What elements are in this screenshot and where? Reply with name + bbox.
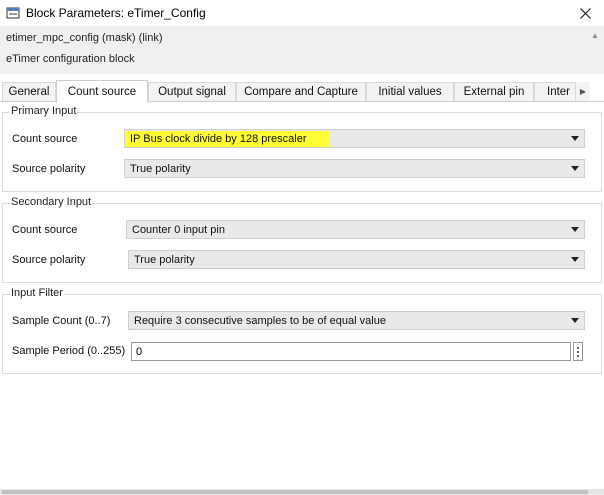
dropdown-value: Require 3 consecutive samples to be of e… [134,314,386,327]
scrollbar-thumb[interactable] [2,490,588,494]
secondary-source-polarity-dropdown[interactable]: True polarity [128,250,585,269]
tab-initial-values[interactable]: Initial values [366,82,454,101]
chevron-down-icon [571,136,579,141]
dropdown-value: True polarity [134,253,195,266]
title-bar: Block Parameters: eTimer_Config [0,0,604,26]
scroll-up-icon[interactable]: ▲ [591,31,599,40]
chevron-right-icon: ▶ [579,87,587,96]
primary-source-polarity-dropdown[interactable]: True polarity [124,159,585,178]
tab-label: Inter [547,86,571,98]
secondary-count-source-dropdown[interactable]: Counter 0 input pin [126,220,585,239]
sample-period-options-button[interactable] [573,342,583,361]
dropdown-value: True polarity [130,162,191,175]
tab-label: General [8,86,50,98]
input-filter-title: Input Filter [10,287,64,299]
dropdown-value: IP Bus clock divide by 128 prescaler [126,130,329,147]
horizontal-scrollbar[interactable] [0,489,604,495]
tab-count-source[interactable]: Count source [56,80,148,103]
tab-label: External pin [463,86,525,98]
tab-general[interactable]: General [2,82,56,101]
mask-type-text: etimer_mpc_config (mask) (link) [6,32,163,44]
close-icon [579,7,591,19]
mask-description-panel: etimer_mpc_config (mask) (link) eTimer c… [0,26,588,74]
sample-period-label: Sample Period (0..255) [12,345,126,357]
tab-label: Initial values [378,86,442,98]
sample-count-label: Sample Count (0..7) [12,315,111,327]
secondary-input-title: Secondary Input [10,196,93,208]
tab-label: Count source [67,86,137,98]
dropdown-value: Counter 0 input pin [132,223,225,236]
block-description-text: eTimer configuration block [6,53,135,65]
input-value: 0 [136,345,143,358]
tab-label: Output signal [158,86,226,98]
tab-scroll-right-button[interactable]: ▶ [576,82,590,101]
tab-output-signal[interactable]: Output signal [148,82,236,101]
tab-content-panel: Primary Input Count source IP Bus clock … [0,101,604,490]
chevron-down-icon [571,166,579,171]
close-button[interactable] [566,0,604,26]
tab-external-pin[interactable]: External pin [454,82,534,101]
primary-input-group [2,112,602,192]
secondary-count-source-label: Count source [12,224,78,236]
chevron-down-icon [571,227,579,232]
sample-count-dropdown[interactable]: Require 3 consecutive samples to be of e… [128,311,585,330]
secondary-input-group [2,203,602,283]
tab-label: Compare and Capture [244,86,358,98]
primary-count-source-label: Count source [12,133,78,145]
simulink-block-icon [6,7,20,19]
primary-source-polarity-label: Source polarity [12,163,86,175]
tab-interrupt-truncated[interactable]: Inter [534,82,576,101]
primary-count-source-dropdown[interactable]: IP Bus clock divide by 128 prescaler [124,129,585,148]
chevron-down-icon [571,257,579,262]
secondary-source-polarity-label: Source polarity [12,254,86,266]
description-scrollbar[interactable]: ▲ [588,26,604,74]
more-options-icon [577,346,579,357]
tab-compare-and-capture[interactable]: Compare and Capture [236,82,366,101]
sample-period-input[interactable]: 0 [131,342,571,361]
tab-strip: General Count source Output signal Compa… [0,80,604,103]
primary-input-title: Primary Input [10,105,78,117]
input-filter-group [2,294,602,374]
window-title: Block Parameters: eTimer_Config [26,6,206,20]
chevron-down-icon [571,318,579,323]
